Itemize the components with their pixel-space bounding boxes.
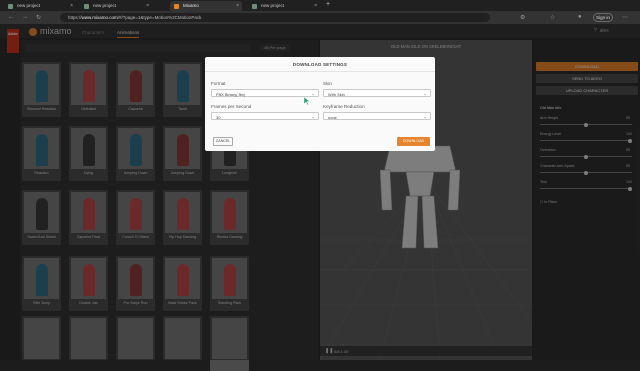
url-path: /#/?page=1&type=Motion%2CMotionPack xyxy=(117,15,202,20)
format-select[interactable]: FBX Binary(.fbx) ⌄ xyxy=(211,89,319,97)
sign-in-button[interactable]: Sign in xyxy=(593,13,613,22)
close-icon[interactable]: × xyxy=(70,3,73,9)
keyframe-value: none xyxy=(328,114,337,120)
tab-label: new project xyxy=(261,3,285,8)
extensions-icon[interactable]: ⚙ xyxy=(520,14,525,21)
chevron-down-icon: ⌄ xyxy=(311,113,315,119)
reload-icon[interactable]: ↻ xyxy=(36,14,41,21)
dialog-download-button[interactable]: DOWNLOAD xyxy=(397,137,430,146)
browser-tab[interactable]: new project × xyxy=(4,1,76,11)
forward-icon[interactable]: → xyxy=(22,14,28,20)
chevron-down-icon: ⌄ xyxy=(311,90,315,96)
browser-tab-bar: new project × new project × Mixamo × new pr… xyxy=(0,0,640,11)
format-label: Format xyxy=(211,81,226,86)
browser-tab[interactable]: new project × xyxy=(80,1,152,11)
url-host: www.mixamo.com xyxy=(81,15,118,20)
favorites-icon[interactable]: ☆ xyxy=(550,14,555,21)
tab-favicon-icon xyxy=(252,3,257,9)
tab-favicon-icon xyxy=(8,3,13,9)
new-tab-button[interactable]: + xyxy=(326,1,330,8)
fps-value: 30 xyxy=(216,114,221,120)
dialog-divider xyxy=(205,71,435,72)
mouse-cursor-icon xyxy=(304,97,310,105)
browser-tab-active[interactable]: Mixamo × xyxy=(170,1,242,11)
cancel-button[interactable]: CANCEL xyxy=(213,137,233,146)
close-icon[interactable]: × xyxy=(314,3,317,9)
close-icon[interactable]: × xyxy=(146,3,149,9)
keyframe-reduction-label: Keyframe Reduction xyxy=(323,104,365,109)
fps-label: Frames per Second xyxy=(211,104,252,109)
skin-label: Skin xyxy=(323,81,332,86)
fps-select[interactable]: 30 ⌄ xyxy=(211,112,319,120)
close-icon[interactable]: × xyxy=(236,3,239,9)
tab-label: Mixamo xyxy=(183,3,199,8)
tab-label: new project xyxy=(93,3,117,8)
skin-select[interactable]: With Skin ⌄ xyxy=(323,89,431,97)
download-settings-dialog: DOWNLOAD SETTINGS Format FBX Binary(.fbx… xyxy=(205,57,435,151)
tab-label: new project xyxy=(17,3,41,8)
dialog-title: DOWNLOAD SETTINGS xyxy=(292,62,348,67)
keyframe-reduction-select[interactable]: none ⌄ xyxy=(323,112,431,120)
address-bar-row: ← → ↻ https://www.mixamo.com/#/?page=1&t… xyxy=(0,11,640,24)
profile-icon[interactable]: ● xyxy=(578,14,582,20)
url-input[interactable]: https://www.mixamo.com/#/?page=1&type=Mo… xyxy=(60,13,490,22)
browser-tab[interactable]: new project × xyxy=(248,1,320,11)
tab-favicon-icon xyxy=(84,3,89,9)
url-scheme: https:// xyxy=(68,15,82,20)
chevron-down-icon: ⌄ xyxy=(423,113,427,119)
format-value: FBX Binary(.fbx) xyxy=(216,91,246,97)
mixamo-favicon-icon xyxy=(174,3,179,9)
back-icon[interactable]: ← xyxy=(8,14,14,20)
more-icon[interactable]: ⋯ xyxy=(622,14,628,21)
skin-value: With Skin xyxy=(328,91,345,97)
chevron-down-icon: ⌄ xyxy=(423,90,427,96)
